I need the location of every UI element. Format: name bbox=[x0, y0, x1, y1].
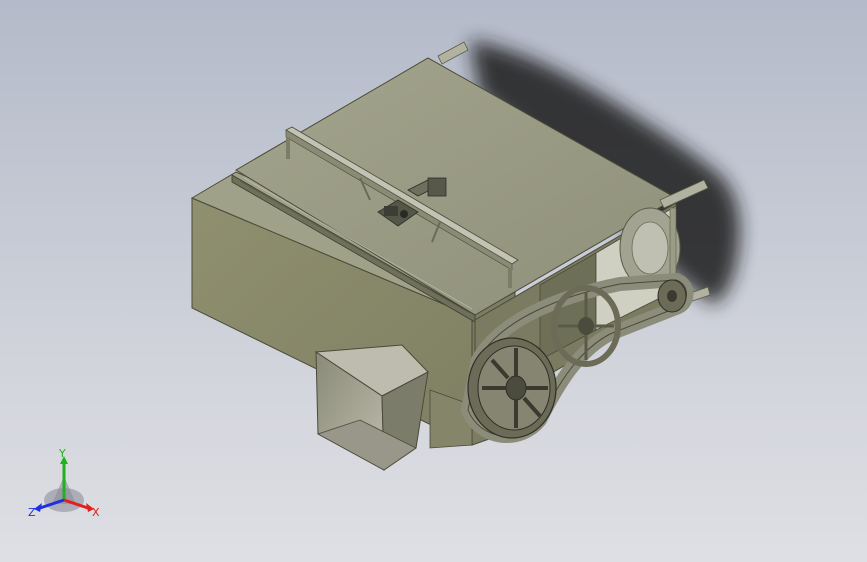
orientation-triad: Y X Z bbox=[28, 447, 100, 519]
model-view[interactable] bbox=[0, 0, 867, 562]
large-pulley[interactable] bbox=[467, 337, 557, 439]
graphics-viewport[interactable]: Y X Z bbox=[0, 0, 867, 562]
discharge-hopper[interactable] bbox=[314, 344, 429, 471]
middle-pulley[interactable] bbox=[551, 285, 621, 367]
small-pulley[interactable] bbox=[657, 279, 687, 313]
y-axis-label: Y bbox=[58, 447, 66, 460]
x-axis-label: X bbox=[92, 506, 100, 519]
z-axis-label: Z bbox=[28, 506, 36, 519]
